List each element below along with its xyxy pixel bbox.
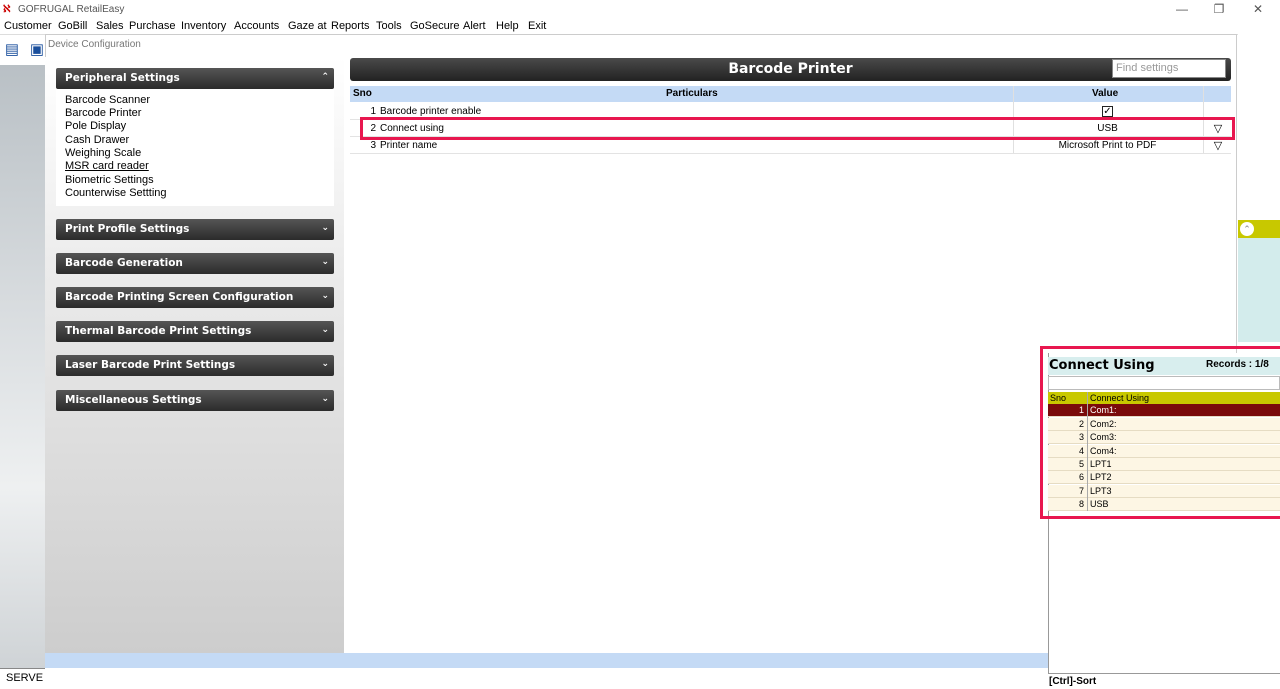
menu-gaze-at[interactable]: Gaze at (288, 20, 327, 32)
row-value[interactable]: Microsoft Print to PDF (1013, 138, 1202, 154)
section-barcode-printing-screen[interactable]: Barcode Printing Screen Configuration ⌄ (56, 287, 334, 308)
sidebar-item-pole-display[interactable]: Pole Display (65, 120, 126, 132)
sort-hint: [Ctrl]-Sort (1048, 673, 1280, 689)
section-miscellaneous-settings[interactable]: Miscellaneous Settings ⌄ (56, 390, 334, 411)
status-bar: SERVE (0, 668, 45, 689)
app-logo-icon: ℵ (3, 4, 11, 15)
chevron-down-icon[interactable]: ⌄ (321, 321, 329, 340)
section-label: Print Profile Settings (65, 223, 190, 235)
page-title: Barcode Printer (350, 58, 1231, 81)
window-title: GOFRUGAL RetailEasy (18, 4, 125, 15)
chevron-up-icon[interactable]: ⌃ (1240, 222, 1254, 236)
table-row[interactable]: 3 Printer name Microsoft Print to PDF ▽ (350, 138, 1231, 154)
section-label: Laser Barcode Print Settings (65, 359, 236, 371)
menu-gosecure[interactable]: GoSecure (410, 20, 460, 32)
menu-sales[interactable]: Sales (96, 20, 124, 32)
menu-bar: Customer GoBill Sales Purchase Inventory… (0, 19, 1280, 35)
section-label: Barcode Generation (65, 257, 183, 269)
sidebar-item-cash-drawer[interactable]: Cash Drawer (65, 134, 129, 146)
background-panel (1238, 238, 1280, 342)
section-label: Thermal Barcode Print Settings (65, 325, 252, 337)
menu-exit[interactable]: Exit (528, 20, 546, 32)
section-label: Peripheral Settings (65, 72, 180, 84)
settings-table-header: Sno Particulars Value (350, 86, 1231, 102)
peripheral-list: Barcode Scanner Barcode Printer Pole Dis… (56, 89, 334, 206)
column-particulars: Particulars (666, 88, 718, 99)
menu-purchase[interactable]: Purchase (129, 20, 175, 32)
sidebar-item-biometric-settings[interactable]: Biometric Settings (65, 174, 154, 186)
save-icon[interactable]: ▣ (28, 41, 46, 59)
sidebar-item-barcode-printer[interactable]: Barcode Printer (65, 107, 141, 119)
sidebar-item-barcode-scanner[interactable]: Barcode Scanner (65, 94, 150, 106)
desktop-background (0, 65, 45, 668)
chevron-down-icon[interactable]: ⌄ (321, 253, 329, 272)
checkbox-checked-icon[interactable]: ✓ (1102, 106, 1113, 117)
dropdown-arrow-icon[interactable]: ▽ (1208, 138, 1228, 154)
sidebar-item-weighing-scale[interactable]: Weighing Scale (65, 147, 141, 159)
menu-accounts[interactable]: Accounts (234, 20, 279, 32)
chevron-down-icon[interactable]: ⌄ (321, 219, 329, 238)
highlight-box (1040, 346, 1280, 519)
toolbar: ▤ ▣ (0, 35, 45, 65)
section-print-profile-settings[interactable]: Print Profile Settings ⌄ (56, 219, 334, 240)
sidebar-item-counterwise-setting[interactable]: Counterwise Settting (65, 187, 167, 199)
collapse-bar: ⌃ (1238, 220, 1280, 238)
chevron-down-icon[interactable]: ⌄ (321, 390, 329, 409)
highlight-box (360, 117, 1235, 140)
menu-tools[interactable]: Tools (376, 20, 402, 32)
row-sno: 3 (370, 140, 376, 151)
section-barcode-generation[interactable]: Barcode Generation ⌄ (56, 253, 334, 274)
column-value: Value (1092, 88, 1119, 99)
menu-gobill[interactable]: GoBill (58, 20, 87, 32)
menu-reports[interactable]: Reports (331, 20, 370, 32)
chevron-up-icon[interactable]: ⌃ (321, 68, 329, 87)
menu-alert[interactable]: Alert (463, 20, 486, 32)
row-particular: Printer name (380, 140, 438, 151)
chevron-down-icon[interactable]: ⌄ (321, 355, 329, 374)
minimize-button[interactable]: — (1167, 1, 1197, 18)
section-label: Miscellaneous Settings (65, 394, 202, 406)
background-window (1238, 34, 1280, 220)
maximize-button[interactable]: ❐ (1204, 1, 1234, 18)
find-settings-input[interactable]: Find settings (1112, 59, 1226, 78)
document-icon[interactable]: ▤ (3, 41, 21, 59)
close-button[interactable]: ✕ (1243, 1, 1273, 18)
menu-help[interactable]: Help (496, 20, 519, 32)
sidebar-item-msr-card-reader[interactable]: MSR card reader (65, 160, 149, 172)
dialog-footer (45, 653, 1048, 668)
section-peripheral-settings[interactable]: Peripheral Settings ⌃ (56, 68, 334, 89)
section-laser-barcode-print[interactable]: Laser Barcode Print Settings ⌄ (56, 355, 334, 376)
menu-customer[interactable]: Customer (4, 20, 52, 32)
server-status: SERVE (6, 672, 44, 684)
dialog-title: Device Configuration (48, 39, 141, 50)
chevron-down-icon[interactable]: ⌄ (321, 287, 329, 306)
section-label: Barcode Printing Screen Configuration (65, 291, 294, 303)
menu-inventory[interactable]: Inventory (181, 20, 226, 32)
column-sno: Sno (353, 88, 372, 99)
section-thermal-barcode-print[interactable]: Thermal Barcode Print Settings ⌄ (56, 321, 334, 342)
title-bar: ℵ GOFRUGAL RetailEasy — ❐ ✕ (0, 0, 1280, 19)
